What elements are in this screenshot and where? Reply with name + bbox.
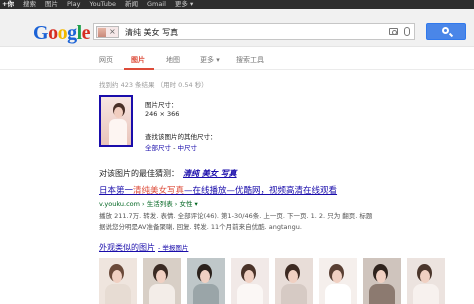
query-image-chip[interactable]: × — [96, 26, 119, 38]
tab-more[interactable]: 更多 ▾ — [200, 55, 220, 65]
similar-thumbnail[interactable] — [187, 258, 225, 304]
logo-letter: o — [48, 22, 58, 44]
thumb-body — [281, 284, 307, 304]
thumb-face — [200, 270, 210, 283]
topbar-play[interactable]: Play — [67, 0, 81, 9]
logo-letter: o — [57, 22, 68, 44]
thumb-body — [193, 284, 219, 304]
thumb-face — [112, 270, 122, 283]
result-url[interactable]: v.youku.com › 生活列表 › 女性 ▾ — [99, 198, 198, 208]
similar-thumbnail[interactable] — [363, 258, 401, 304]
thumb-body — [237, 284, 263, 304]
camera-icon[interactable] — [389, 28, 398, 35]
other-sizes-label: 查找该图片的其他尺寸： — [145, 133, 217, 141]
topbar-images[interactable]: 图片 — [45, 0, 58, 9]
logo-letter: g — [67, 22, 77, 44]
thumb-body — [413, 284, 439, 304]
similar-thumbnail[interactable] — [143, 258, 181, 304]
thumb-face — [156, 270, 166, 283]
thumb-face — [420, 270, 430, 283]
search-button[interactable] — [426, 23, 466, 40]
result-snippet: 播放 211.7万. 转发. 表情. 全部评论(46). 第1-30/46条. … — [99, 212, 373, 220]
google-bar: +你 搜索 图片 Play YouTube 新闻 Gmail 更多 ▾ — [0, 0, 474, 9]
similar-images-strip — [99, 258, 459, 304]
microphone-icon[interactable] — [404, 27, 410, 36]
logo-letter: G — [33, 22, 49, 44]
best-guess-link[interactable]: 清纯 美女 写真 — [183, 169, 237, 178]
thumb-face — [376, 270, 386, 283]
similar-thumbnail[interactable] — [99, 258, 137, 304]
topbar-more[interactable]: 更多 ▾ — [175, 0, 193, 9]
size-links: 全部尺寸 - 中尺寸 — [145, 142, 197, 152]
medium-sizes-link[interactable]: 中尺寸 — [177, 144, 197, 152]
thumb-body — [369, 284, 395, 304]
search-query-text[interactable]: 清纯 美女 写真 — [125, 27, 178, 38]
search-tabs: 网页 图片 地图 更多 ▾ 搜索工具 — [0, 48, 474, 70]
similar-thumbnail[interactable] — [319, 258, 357, 304]
image-body — [109, 119, 127, 145]
image-size-label: 图片尺寸： — [145, 101, 178, 109]
query-image[interactable] — [99, 95, 133, 147]
google-logo[interactable]: Google — [33, 22, 91, 45]
topbar-youtube[interactable]: YouTube — [90, 0, 116, 9]
image-size-value: 246 × 366 — [145, 110, 180, 118]
thumb-face — [332, 270, 342, 283]
image-face — [114, 107, 123, 118]
query-image-thumbnail — [98, 28, 106, 37]
result-stats: 找到约 423 条结果 （用时 0.54 秒） — [99, 81, 208, 89]
best-guess: 对该图片的最佳猜测： 清纯 美女 写真 — [99, 168, 237, 179]
result-title-highlight: 清纯美女写真 — [133, 186, 185, 196]
search-input[interactable]: × 清纯 美女 写真 — [93, 23, 415, 40]
best-guess-label: 对该图片的最佳猜测： — [99, 169, 179, 178]
similar-thumbnail[interactable] — [407, 258, 445, 304]
topbar-plus-you[interactable]: +你 — [2, 0, 14, 9]
close-icon[interactable]: × — [109, 27, 116, 36]
tab-web[interactable]: 网页 — [99, 55, 113, 65]
result-title-part: 日本第一 — [99, 186, 134, 196]
search-icon — [442, 27, 449, 34]
result-snippet: 据说您分明是AV准备聚喇, 回复. 转发. 11个月前来自优酷. angtang… — [99, 223, 302, 231]
tab-search-tools[interactable]: 搜索工具 — [236, 55, 264, 65]
similar-thumbnail[interactable] — [231, 258, 269, 304]
thumb-body — [149, 284, 175, 304]
tab-maps[interactable]: 地图 — [166, 55, 180, 65]
logo-letter: e — [81, 22, 91, 44]
thumb-body — [325, 284, 351, 304]
topbar-gmail[interactable]: Gmail — [147, 0, 166, 9]
report-image-link[interactable]: - 举报图片 — [158, 244, 188, 252]
thumb-face — [244, 270, 254, 283]
tab-images[interactable]: 图片 — [131, 55, 145, 65]
all-sizes-link[interactable]: 全部尺寸 — [145, 144, 171, 152]
similar-thumbnail[interactable] — [275, 258, 313, 304]
thumb-body — [105, 284, 131, 304]
active-tab-indicator — [124, 68, 154, 70]
topbar-search[interactable]: 搜索 — [23, 0, 36, 9]
thumb-face — [288, 270, 298, 283]
result-title-link[interactable]: 日本第一清纯美女写真—在线播放—优酷网，视频高清在线观看 — [99, 184, 337, 196]
topbar-news[interactable]: 新闻 — [125, 0, 138, 9]
similar-images: 外观类似的图片 - 举报图片 — [99, 242, 188, 253]
similar-images-link[interactable]: 外观类似的图片 — [99, 243, 155, 252]
result-title-part: —在线播放—优酷网，视频高清在线观看 — [184, 186, 338, 196]
